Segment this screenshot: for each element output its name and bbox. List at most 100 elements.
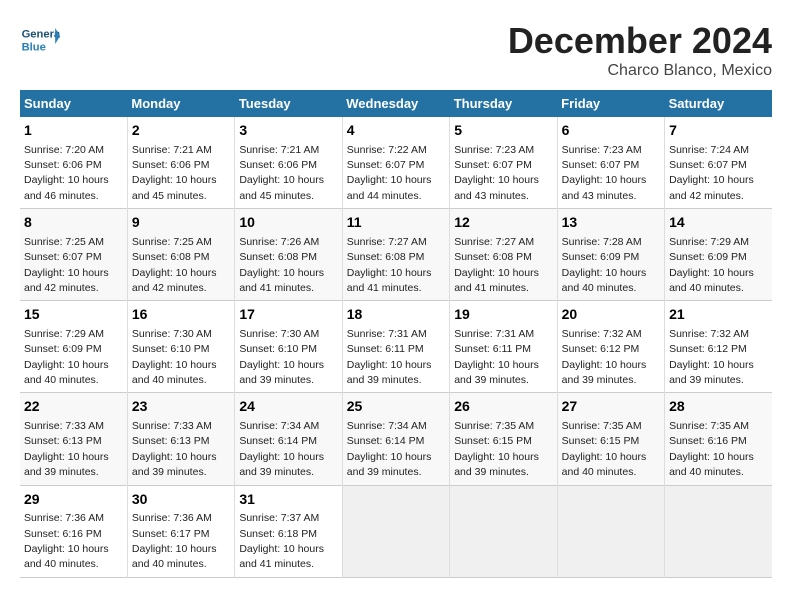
calendar-day-cell: 18 Sunrise: 7:31 AMSunset: 6:11 PMDayligh… [342, 301, 449, 393]
day-number: 11 [347, 213, 445, 233]
calendar-day-cell: 7 Sunrise: 7:24 AMSunset: 6:07 PMDaylight… [665, 117, 772, 209]
calendar-day-cell: 5 Sunrise: 7:23 AMSunset: 6:07 PMDaylight… [450, 117, 557, 209]
calendar-day-cell: 4 Sunrise: 7:22 AMSunset: 6:07 PMDaylight… [342, 117, 449, 209]
day-info: Sunrise: 7:22 AMSunset: 6:07 PMDaylight:… [347, 144, 432, 202]
day-number: 18 [347, 305, 445, 325]
calendar-day-cell: 20Sunrise: 7:32 AMSunset: 6:12 PMDayligh… [557, 301, 664, 393]
calendar-day-cell: 1 Sunrise: 7:20 AMSunset: 6:06 PMDaylight… [20, 117, 127, 209]
calendar-table: SundayMondayTuesdayWednesdayThursdayFrid… [20, 90, 772, 578]
day-number: 5 [454, 121, 552, 141]
calendar-day-cell: 6Sunrise: 7:23 AMSunset: 6:07 PMDaylight… [557, 117, 664, 209]
day-info: Sunrise: 7:21 AMSunset: 6:06 PMDaylight:… [132, 144, 217, 202]
calendar-day-cell: 9 Sunrise: 7:25 AMSunset: 6:08 PMDaylight… [127, 209, 234, 301]
day-info: Sunrise: 7:27 AMSunset: 6:08 PMDaylight:… [454, 236, 539, 294]
calendar-week-row: 1 Sunrise: 7:20 AMSunset: 6:06 PMDaylight… [20, 117, 772, 209]
calendar-day-cell: 25 Sunrise: 7:34 AMSunset: 6:14 PMDayligh… [342, 393, 449, 485]
calendar-day-cell: 24Sunrise: 7:34 AMSunset: 6:14 PMDayligh… [235, 393, 342, 485]
calendar-day-cell: 12 Sunrise: 7:27 AMSunset: 6:08 PMDayligh… [450, 209, 557, 301]
day-info: Sunrise: 7:23 AMSunset: 6:07 PMDaylight:… [454, 144, 539, 202]
day-number: 16 [132, 305, 230, 325]
day-number: 12 [454, 213, 552, 233]
day-of-week-header: Friday [557, 90, 664, 117]
calendar-day-cell: 31Sunrise: 7:37 AMSunset: 6:18 PMDayligh… [235, 485, 342, 577]
calendar-day-cell: 15 Sunrise: 7:29 AMSunset: 6:09 PMDayligh… [20, 301, 127, 393]
day-number: 13 [562, 213, 660, 233]
day-number: 25 [347, 397, 445, 417]
calendar-day-cell: 22 Sunrise: 7:33 AMSunset: 6:13 PMDayligh… [20, 393, 127, 485]
day-info: Sunrise: 7:35 AMSunset: 6:15 PMDaylight:… [454, 420, 539, 478]
day-info: Sunrise: 7:27 AMSunset: 6:08 PMDaylight:… [347, 236, 432, 294]
day-info: Sunrise: 7:31 AMSunset: 6:11 PMDaylight:… [454, 328, 539, 386]
day-number: 15 [24, 305, 123, 325]
day-info: Sunrise: 7:21 AMSunset: 6:06 PMDaylight:… [239, 144, 324, 202]
day-number: 20 [562, 305, 660, 325]
calendar-day-cell: 17 Sunrise: 7:30 AMSunset: 6:10 PMDayligh… [235, 301, 342, 393]
day-info: Sunrise: 7:30 AMSunset: 6:10 PMDaylight:… [132, 328, 217, 386]
day-number: 24 [239, 397, 337, 417]
day-info: Sunrise: 7:33 AMSunset: 6:13 PMDaylight:… [132, 420, 217, 478]
logo: General Blue [20, 20, 65, 60]
day-number: 7 [669, 121, 768, 141]
calendar-day-cell: 19Sunrise: 7:31 AMSunset: 6:11 PMDayligh… [450, 301, 557, 393]
day-number: 21 [669, 305, 768, 325]
day-info: Sunrise: 7:31 AMSunset: 6:11 PMDaylight:… [347, 328, 432, 386]
calendar-day-cell: 28Sunrise: 7:35 AMSunset: 6:16 PMDayligh… [665, 393, 772, 485]
calendar-day-cell: 13 Sunrise: 7:28 AMSunset: 6:09 PMDayligh… [557, 209, 664, 301]
day-info: Sunrise: 7:37 AMSunset: 6:18 PMDaylight:… [239, 512, 324, 570]
calendar-day-cell: 3Sunrise: 7:21 AMSunset: 6:06 PMDaylight… [235, 117, 342, 209]
day-info: Sunrise: 7:25 AMSunset: 6:08 PMDaylight:… [132, 236, 217, 294]
calendar-header-row: SundayMondayTuesdayWednesdayThursdayFrid… [20, 90, 772, 117]
calendar-day-cell: 30Sunrise: 7:36 AMSunset: 6:17 PMDayligh… [127, 485, 234, 577]
day-number: 6 [562, 121, 660, 141]
day-number: 8 [24, 213, 123, 233]
day-number: 9 [132, 213, 230, 233]
calendar-day-cell [450, 485, 557, 577]
day-of-week-header: Saturday [665, 90, 772, 117]
day-number: 31 [239, 490, 337, 510]
calendar-day-cell: 14 Sunrise: 7:29 AMSunset: 6:09 PMDayligh… [665, 209, 772, 301]
calendar-week-row: 15 Sunrise: 7:29 AMSunset: 6:09 PMDayligh… [20, 301, 772, 393]
day-number: 4 [347, 121, 445, 141]
day-number: 27 [562, 397, 660, 417]
day-info: Sunrise: 7:32 AMSunset: 6:12 PMDaylight:… [669, 328, 754, 386]
calendar-week-row: 22 Sunrise: 7:33 AMSunset: 6:13 PMDayligh… [20, 393, 772, 485]
day-number: 14 [669, 213, 768, 233]
calendar-day-cell: 27 Sunrise: 7:35 AMSunset: 6:15 PMDayligh… [557, 393, 664, 485]
location-title: Charco Blanco, Mexico [508, 62, 772, 80]
logo-icon: General Blue [20, 20, 60, 60]
day-info: Sunrise: 7:28 AMSunset: 6:09 PMDaylight:… [562, 236, 647, 294]
calendar-day-cell: 2Sunrise: 7:21 AMSunset: 6:06 PMDaylight… [127, 117, 234, 209]
day-info: Sunrise: 7:26 AMSunset: 6:08 PMDaylight:… [239, 236, 324, 294]
day-of-week-header: Tuesday [235, 90, 342, 117]
calendar-day-cell: 23Sunrise: 7:33 AMSunset: 6:13 PMDayligh… [127, 393, 234, 485]
month-title: December 2024 [508, 20, 772, 62]
day-info: Sunrise: 7:35 AMSunset: 6:15 PMDaylight:… [562, 420, 647, 478]
day-of-week-header: Monday [127, 90, 234, 117]
day-number: 1 [24, 121, 123, 141]
day-number: 17 [239, 305, 337, 325]
calendar-day-cell: 10Sunrise: 7:26 AMSunset: 6:08 PMDayligh… [235, 209, 342, 301]
day-info: Sunrise: 7:24 AMSunset: 6:07 PMDaylight:… [669, 144, 754, 202]
day-info: Sunrise: 7:33 AMSunset: 6:13 PMDaylight:… [24, 420, 109, 478]
day-info: Sunrise: 7:34 AMSunset: 6:14 PMDaylight:… [347, 420, 432, 478]
calendar-week-row: 8 Sunrise: 7:25 AMSunset: 6:07 PMDaylight… [20, 209, 772, 301]
calendar-day-cell: 16 Sunrise: 7:30 AMSunset: 6:10 PMDayligh… [127, 301, 234, 393]
title-block: December 2024 Charco Blanco, Mexico [508, 20, 772, 80]
day-number: 26 [454, 397, 552, 417]
day-number: 30 [132, 490, 230, 510]
calendar-week-row: 29Sunrise: 7:36 AMSunset: 6:16 PMDayligh… [20, 485, 772, 577]
calendar-day-cell: 21 Sunrise: 7:32 AMSunset: 6:12 PMDayligh… [665, 301, 772, 393]
day-info: Sunrise: 7:29 AMSunset: 6:09 PMDaylight:… [669, 236, 754, 294]
day-number: 28 [669, 397, 768, 417]
calendar-day-cell: 26 Sunrise: 7:35 AMSunset: 6:15 PMDayligh… [450, 393, 557, 485]
day-info: Sunrise: 7:25 AMSunset: 6:07 PMDaylight:… [24, 236, 109, 294]
calendar-day-cell [342, 485, 449, 577]
day-info: Sunrise: 7:36 AMSunset: 6:17 PMDaylight:… [132, 512, 217, 570]
day-number: 22 [24, 397, 123, 417]
calendar-day-cell: 8 Sunrise: 7:25 AMSunset: 6:07 PMDaylight… [20, 209, 127, 301]
day-info: Sunrise: 7:30 AMSunset: 6:10 PMDaylight:… [239, 328, 324, 386]
day-number: 29 [24, 490, 123, 510]
calendar-day-cell: 29Sunrise: 7:36 AMSunset: 6:16 PMDayligh… [20, 485, 127, 577]
day-info: Sunrise: 7:20 AMSunset: 6:06 PMDaylight:… [24, 144, 109, 202]
day-info: Sunrise: 7:29 AMSunset: 6:09 PMDaylight:… [24, 328, 109, 386]
